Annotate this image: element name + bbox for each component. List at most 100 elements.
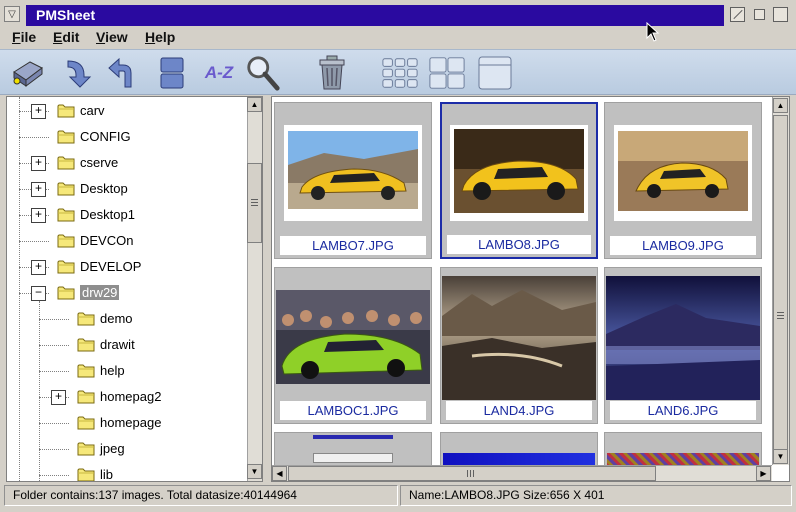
folder-icon: [57, 129, 75, 144]
grid-scroll-down-arrow-icon[interactable]: ▼: [773, 449, 788, 464]
tree-item-drw29[interactable]: drw29: [80, 285, 120, 300]
tree-item-jpeg[interactable]: jpeg: [100, 441, 125, 456]
grid-scroll-up-arrow-icon[interactable]: ▲: [773, 98, 788, 113]
thumbnail-caption: LAMBOC1.JPG: [280, 401, 426, 420]
magnifier-icon[interactable]: [244, 54, 282, 92]
thumbnail-tile[interactable]: LAMBOC1.JPG: [274, 267, 432, 424]
menu-help[interactable]: Help: [145, 29, 175, 45]
menu-bar: File Edit View Help: [0, 28, 796, 48]
medium-grid-icon[interactable]: [428, 54, 466, 92]
tree-guide-line: [39, 345, 69, 346]
tree-item-config[interactable]: CONFIG: [80, 129, 131, 144]
tree-item-demo[interactable]: demo: [100, 311, 133, 326]
tree-item-carv[interactable]: carv: [80, 103, 105, 118]
tree-guide-line: [39, 319, 69, 320]
folder-icon: [57, 103, 75, 118]
thumbnail-image: [275, 125, 431, 221]
folder-icon: [57, 233, 75, 248]
tree-guide-line: [39, 423, 69, 424]
grid-scroll-left-arrow-icon[interactable]: ◀: [272, 466, 287, 481]
folder-tree[interactable]: + carv CONFIG + cserve + Desktop + Desktop1 DEVCO…: [6, 96, 263, 482]
thumbnail-tile-selected[interactable]: LAMBO8.JPG: [440, 102, 598, 259]
sort-az-label: A-Z: [204, 63, 234, 82]
tree-scroll-down-arrow-icon[interactable]: ▼: [247, 464, 262, 479]
thumbnail-image: [313, 453, 393, 463]
thumbnail-caption: LAND4.JPG: [446, 401, 592, 420]
menu-edit[interactable]: Edit: [53, 29, 79, 45]
folder-icon: [57, 207, 75, 222]
grid-vertical-scrollbar[interactable]: ▲ ▼: [772, 97, 789, 465]
thumbnail-grid[interactable]: LAMBO7.JPG LAMBO8.JPG LAMBO9.JPG LAMBOC1…: [271, 96, 790, 482]
tree-item-desktop1[interactable]: Desktop1: [80, 207, 135, 222]
thumbnail-image: [605, 125, 761, 221]
expand-icon[interactable]: +: [31, 182, 46, 197]
expand-icon[interactable]: +: [31, 104, 46, 119]
folder-icon: [77, 441, 95, 456]
maximize-button[interactable]: [773, 7, 788, 22]
tree-guide-line: [39, 371, 69, 372]
tree-vertical-scrollbar[interactable]: ▲ ▼: [247, 97, 262, 481]
thumbnail-image: [441, 276, 597, 400]
trash-icon[interactable]: [313, 54, 351, 92]
grid-scroll-right-arrow-icon[interactable]: ▶: [756, 466, 771, 481]
move-down-arrow-icon[interactable]: [58, 54, 96, 92]
thumbnail-image: [275, 290, 431, 384]
menu-view[interactable]: View: [96, 29, 128, 45]
collapse-icon[interactable]: −: [31, 286, 46, 301]
tree-item-drawit[interactable]: drawit: [100, 337, 135, 352]
toolbar: A-Z: [0, 49, 796, 95]
tree-item-lib[interactable]: lib: [100, 467, 113, 481]
tree-item-devcon[interactable]: DEVCOn: [80, 233, 133, 248]
minimize-button[interactable]: [754, 9, 765, 20]
file-info-status: Name:LAMBO8.JPG Size:656 X 401: [400, 485, 792, 506]
expand-icon[interactable]: +: [31, 260, 46, 275]
tree-guide-line: [19, 241, 49, 242]
thumbnail-tile[interactable]: LAMBO9.JPG: [604, 102, 762, 259]
large-view-icon[interactable]: [476, 54, 514, 92]
tree-guide-line: [19, 293, 20, 481]
expand-icon[interactable]: +: [31, 208, 46, 223]
tree-guide-line: [39, 301, 40, 481]
thumbnail-tile[interactable]: LAMBO7.JPG: [274, 102, 432, 259]
tree-scroll-up-arrow-icon[interactable]: ▲: [247, 97, 262, 112]
stack-icon[interactable]: [153, 54, 191, 92]
tree-item-help[interactable]: help: [100, 363, 125, 378]
thumbnail-caption: LAMBO7.JPG: [280, 236, 426, 255]
folder-icon: [57, 259, 75, 274]
undo-arrow-icon[interactable]: [103, 54, 141, 92]
folder-icon: [77, 389, 95, 404]
resize-window-button[interactable]: [730, 7, 745, 22]
folder-icon: [77, 415, 95, 430]
tree-item-homepag2[interactable]: homepag2: [100, 389, 161, 404]
folder-icon: [77, 337, 95, 352]
tree-scroll-thumb[interactable]: [247, 163, 262, 243]
folder-icon: [77, 311, 95, 326]
folder-icon: [77, 467, 95, 481]
system-menu-icon[interactable]: ▽: [4, 6, 20, 22]
small-grid-icon[interactable]: [381, 54, 419, 92]
expand-icon[interactable]: +: [31, 156, 46, 171]
tree-guide-line: [19, 97, 20, 293]
thumbnail-caption: LAMBO9.JPG: [610, 236, 756, 255]
title-bar: ▽ PMSheet: [0, 0, 796, 42]
thumbnail-image: [605, 276, 761, 400]
thumbnail-tile[interactable]: LAND4.JPG: [440, 267, 598, 424]
folder-icon: [57, 155, 75, 170]
thumbnail-tile[interactable]: LAND6.JPG: [604, 267, 762, 424]
grid-horizontal-scroll-thumb[interactable]: [288, 466, 656, 481]
expand-icon[interactable]: +: [51, 390, 66, 405]
window-title: PMSheet: [36, 7, 96, 23]
sort-az-icon[interactable]: A-Z: [200, 54, 238, 92]
menu-file[interactable]: File: [12, 29, 36, 45]
grid-horizontal-scrollbar[interactable]: ◀ ▶: [272, 465, 772, 481]
tree-item-desktop[interactable]: Desktop: [80, 181, 128, 196]
tree-item-develop[interactable]: DEVELOP: [80, 259, 141, 274]
status-bar: Folder contains:137 images. Total datasi…: [0, 483, 796, 507]
tree-item-cserve[interactable]: cserve: [80, 155, 118, 170]
thumbnail-image: [313, 435, 393, 439]
grid-scroll-thumb[interactable]: [773, 115, 788, 451]
tree-guide-line: [39, 449, 69, 450]
disk-drive-icon[interactable]: [8, 54, 46, 92]
tree-guide-line: [39, 475, 69, 476]
tree-item-homepage[interactable]: homepage: [100, 415, 161, 430]
